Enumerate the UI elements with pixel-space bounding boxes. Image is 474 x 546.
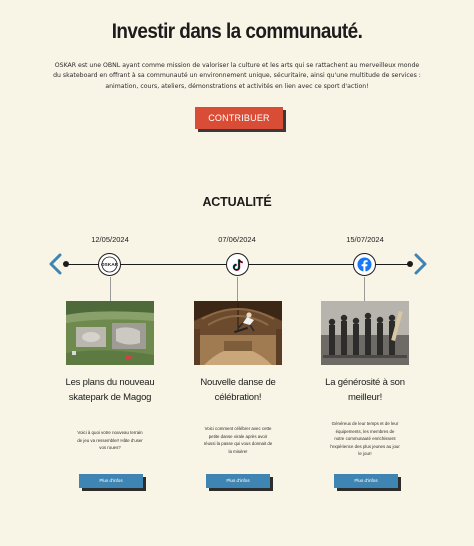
- contribute-button[interactable]: CONTRIBUER: [195, 107, 283, 129]
- chevron-right-icon[interactable]: [411, 253, 429, 275]
- tiktok-icon[interactable]: [226, 253, 249, 276]
- news-title-2: Nouvelle danse de célébration!: [200, 377, 276, 403]
- more-info-button-2[interactable]: Plus d'infos: [206, 474, 270, 488]
- intro-text: OSKAR est une OBNL ayant comme mission d…: [53, 62, 421, 90]
- news-text-3: Généreux de leur temps et de leur équipe…: [330, 421, 400, 457]
- facebook-glyph: [357, 257, 372, 272]
- more-info-button-3[interactable]: Plus d'infos: [334, 474, 398, 488]
- news-date-1: 12/05/2024: [91, 235, 129, 244]
- oskar-logo-text: OSKAR: [101, 262, 119, 268]
- oskar-logo-graphic: OSKAR: [101, 256, 119, 273]
- chevron-left-icon[interactable]: [47, 253, 65, 275]
- more-info-button-1[interactable]: Plus d'infos: [79, 474, 143, 488]
- timeline-stem-1: [110, 277, 111, 301]
- timeline-stem-3: [364, 277, 365, 301]
- news-title-3: La générosité à son meilleur!: [325, 377, 405, 403]
- community-group-photo: [321, 301, 409, 365]
- page-title: Investir dans la communauté.: [111, 20, 363, 43]
- news-date-2: 07/06/2024: [218, 235, 256, 244]
- news-text-2: Voici comment célébrer avec cette petite…: [203, 426, 273, 454]
- skatepark-plan-photo: [66, 301, 154, 365]
- timeline-stem-2: [237, 277, 238, 301]
- oskar-logo-icon[interactable]: OSKAR: [98, 253, 121, 276]
- tiktok-glyph: [232, 258, 243, 271]
- news-section-title: ACTUALITÉ: [202, 195, 272, 209]
- news-title-1: Les plans du nouveau skatepark de Magog: [65, 377, 155, 403]
- skater-barn-photo: [194, 301, 282, 365]
- news-date-3: 15/07/2024: [346, 235, 384, 244]
- news-text-1: Voici à quoi votre nouveau terrain de je…: [77, 430, 143, 451]
- facebook-icon[interactable]: [353, 253, 376, 276]
